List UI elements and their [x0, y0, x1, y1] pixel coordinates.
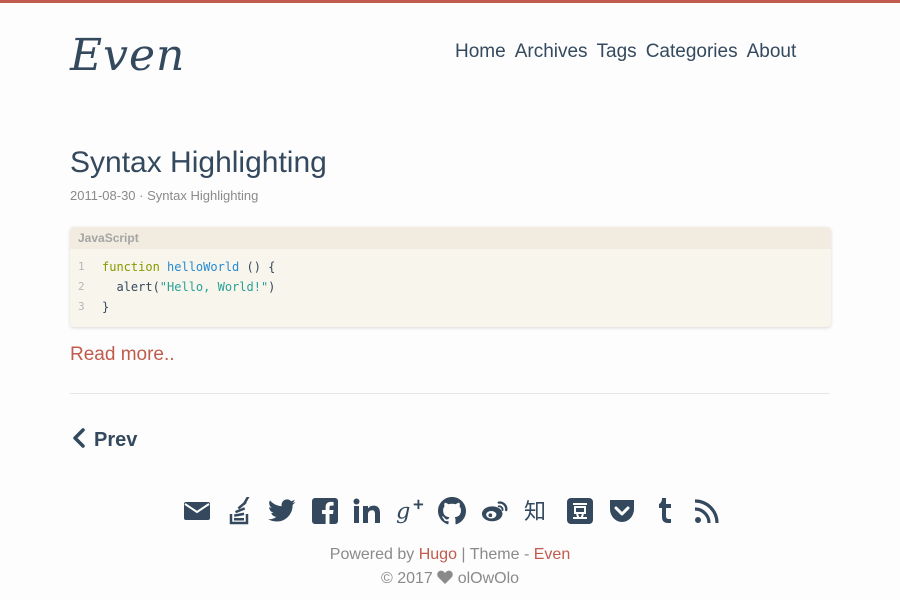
code-line: 3 }: [70, 297, 831, 317]
nav-item-about[interactable]: About: [747, 41, 797, 63]
nav-item-home[interactable]: Home: [455, 41, 506, 63]
post-title[interactable]: Syntax Highlighting: [70, 146, 327, 180]
code-text: alert(: [102, 280, 160, 294]
divider: [70, 393, 830, 394]
post-meta: 2011-08-30 · Syntax Highlighting: [70, 188, 258, 203]
rss-icon[interactable]: [693, 496, 721, 526]
social-links: g 知: [183, 496, 736, 526]
code-function-name: helloWorld: [167, 260, 240, 274]
svg-text:知: 知: [524, 500, 546, 525]
chevron-left-icon: [72, 428, 86, 453]
line-number: 1: [78, 260, 85, 273]
powered-by: Powered by Hugo | Theme - Even: [0, 546, 900, 564]
nav-item-archives[interactable]: Archives: [515, 41, 588, 63]
post-category[interactable]: Syntax Highlighting: [147, 188, 258, 203]
prev-label: Prev: [94, 429, 138, 451]
tumblr-icon[interactable]: [651, 496, 679, 526]
author-name: olOwOlo: [457, 570, 520, 587]
powered-by-text: Powered by: [329, 546, 419, 563]
main-nav: Home Archives Tags Categories About: [455, 41, 805, 63]
code-keyword: function: [102, 260, 160, 274]
google-plus-icon[interactable]: g: [396, 496, 424, 526]
read-more-link[interactable]: Read more..: [70, 344, 175, 366]
copyright: © 2017 olOwOlo: [0, 570, 900, 588]
code-line: 2 alert("Hello, World!"): [70, 277, 831, 297]
code-text: ): [268, 280, 276, 294]
svg-text:g: g: [396, 498, 410, 524]
line-number: 2: [78, 280, 85, 293]
heart-icon: [437, 570, 453, 587]
hugo-link[interactable]: Hugo: [419, 546, 457, 563]
code-text: () {: [239, 260, 276, 274]
post-date: 2011-08-30: [70, 188, 136, 203]
top-accent-bar: [0, 0, 900, 3]
facebook-icon[interactable]: [311, 496, 339, 526]
copyright-text: © 2017: [380, 570, 438, 587]
pocket-icon[interactable]: [608, 496, 636, 526]
line-number: 3: [78, 300, 85, 313]
code-text: }: [102, 300, 110, 314]
theme-link[interactable]: Even: [534, 546, 570, 563]
linkedin-icon[interactable]: [353, 496, 381, 526]
douban-icon[interactable]: [566, 496, 594, 526]
nav-item-tags[interactable]: Tags: [597, 41, 637, 63]
zhihu-icon[interactable]: 知: [523, 496, 551, 526]
stack-overflow-icon[interactable]: [226, 496, 254, 526]
code-string: "Hello, World!": [159, 280, 269, 294]
code-body: 1 function helloWorld () { 2 alert("Hell…: [70, 249, 831, 317]
twitter-icon[interactable]: [268, 496, 296, 526]
github-icon[interactable]: [438, 496, 466, 526]
code-line: 1 function helloWorld () {: [70, 257, 831, 277]
site-logo[interactable]: Even: [70, 30, 185, 81]
email-icon[interactable]: [183, 496, 211, 526]
meta-separator: ·: [135, 188, 148, 203]
code-block: JavaScript 1 function helloWorld () { 2 …: [70, 227, 831, 327]
theme-separator: | Theme -: [456, 546, 534, 563]
weibo-icon[interactable]: [481, 496, 509, 526]
nav-item-categories[interactable]: Categories: [646, 41, 738, 63]
prev-page-link[interactable]: Prev: [72, 428, 137, 453]
code-language-label: JavaScript: [70, 227, 831, 249]
